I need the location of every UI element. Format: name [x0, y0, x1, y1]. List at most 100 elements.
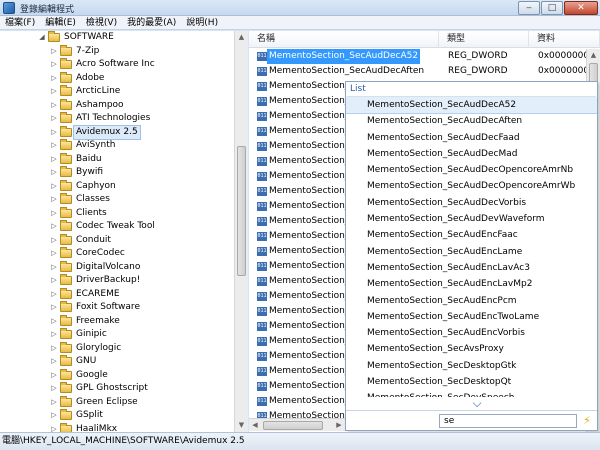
collapsed-arrow-icon[interactable]: ▷	[50, 423, 58, 433]
popup-list-item[interactable]: MementoSection_SecAudEncPcm	[346, 293, 597, 309]
collapsed-arrow-icon[interactable]: ▷	[50, 58, 58, 72]
collapsed-arrow-icon[interactable]: ▷	[50, 99, 58, 113]
collapsed-arrow-icon[interactable]: ▷	[50, 207, 58, 221]
collapsed-arrow-icon[interactable]: ▷	[50, 85, 58, 99]
tree-item[interactable]: ▷ Baidu	[0, 152, 234, 167]
column-name-header[interactable]: 名稱	[249, 31, 439, 48]
collapsed-arrow-icon[interactable]: ▷	[50, 274, 58, 288]
collapsed-arrow-icon[interactable]: ▷	[50, 193, 58, 207]
popup-list-item[interactable]: MementoSection_SecAudDecFaad	[346, 130, 597, 146]
collapsed-arrow-icon[interactable]: ▷	[50, 72, 58, 86]
tree-item[interactable]: ▷ Green Eclipse	[0, 395, 234, 410]
tree-item[interactable]: ▷ Caphyon	[0, 179, 234, 194]
collapsed-arrow-icon[interactable]: ▷	[50, 220, 58, 234]
maximize-button[interactable]: □	[541, 1, 563, 15]
scroll-up-icon[interactable]: ▲	[587, 49, 600, 62]
collapsed-arrow-icon[interactable]: ▷	[50, 45, 58, 59]
popup-list-item[interactable]: MementoSection_SecAudEncLavAc3	[346, 260, 597, 276]
collapsed-arrow-icon[interactable]: ▷	[50, 126, 58, 140]
tree-item[interactable]: ▷ DriverBackup!	[0, 274, 234, 288]
tree-item[interactable]: ▷ Foxit Software	[0, 301, 234, 315]
tree-item[interactable]: ▷ Ginipic	[0, 328, 234, 342]
tree-scroll-thumb[interactable]	[237, 146, 246, 276]
column-data-header[interactable]: 資料	[529, 31, 600, 48]
popup-list-item[interactable]: MementoSection_SecAudDecMad	[346, 146, 597, 162]
scroll-right-icon[interactable]: ▶	[333, 419, 345, 432]
minimize-button[interactable]: ‒	[518, 1, 540, 15]
tree-item[interactable]: ▷ Bywifi	[0, 166, 234, 180]
popup-list-item[interactable]: MementoSection_SecDesktopGtk	[346, 358, 597, 374]
popup-list-item[interactable]: MementoSection_SecAudEncLame	[346, 244, 597, 260]
collapsed-arrow-icon[interactable]: ▷	[50, 139, 58, 153]
tree-item[interactable]: ▷ ECAREME	[0, 287, 234, 302]
tree-item[interactable]: ▷ HaaliMkx	[0, 422, 234, 433]
tree-item[interactable]: ▷ CoreCodec	[0, 247, 234, 261]
menu-view[interactable]: 檢視(V)	[81, 16, 122, 30]
tree-item[interactable]: ▷ Clients	[0, 206, 234, 221]
popup-list-item[interactable]: MementoSection_SecAvsProxy	[346, 341, 597, 357]
tree-scrollbar[interactable]: ▲ ▼	[234, 31, 248, 432]
tree-item[interactable]: ▷ Glorylogic	[0, 341, 234, 356]
tree-item[interactable]: ◢ SOFTWARE	[0, 31, 234, 45]
collapsed-arrow-icon[interactable]: ▷	[50, 328, 58, 342]
collapsed-arrow-icon[interactable]: ▷	[50, 247, 58, 261]
scroll-down-icon[interactable]: ▼	[235, 419, 248, 432]
tree-item[interactable]: ▷ Google	[0, 368, 234, 383]
collapsed-arrow-icon[interactable]: ▷	[50, 382, 58, 396]
expanded-arrow-icon[interactable]: ◢	[38, 31, 46, 45]
collapsed-arrow-icon[interactable]: ▷	[50, 180, 58, 194]
popup-list-item[interactable]: MementoSection_SecAudDecA52	[346, 97, 597, 115]
tree-item[interactable]: ▷ AviSynth	[0, 139, 234, 153]
tree-item[interactable]: ▷ Adobe	[0, 71, 234, 86]
popup-list-item[interactable]: MementoSection_SecAudDecAften	[346, 113, 597, 129]
tree-item[interactable]: ▷ GNU	[0, 355, 234, 369]
popup-list-item[interactable]: MementoSection_SecAudEncVorbis	[346, 325, 597, 341]
tree-item[interactable]: ▷ GPL Ghostscript	[0, 382, 234, 396]
tree-item[interactable]: ▷ GSplit	[0, 409, 234, 423]
column-type-header[interactable]: 類型	[439, 31, 529, 48]
tree-item[interactable]: ▷ ATI Technologies	[0, 112, 234, 126]
popup-list-item[interactable]: MementoSection_SecAudEncLavMp2	[346, 276, 597, 292]
popup-list-item[interactable]: MementoSection_SecAudEncTwoLame	[346, 309, 597, 325]
menu-favorites[interactable]: 我的最愛(A)	[122, 16, 181, 30]
popup-list-item[interactable]: MementoSection_SecAudDecVorbis	[346, 195, 597, 211]
collapsed-arrow-icon[interactable]: ▷	[50, 234, 58, 248]
popup-search-input[interactable]	[439, 414, 577, 428]
tree-item[interactable]: ▷ Conduit	[0, 233, 234, 248]
collapsed-arrow-icon[interactable]: ▷	[50, 166, 58, 180]
values-hscroll-thumb[interactable]	[263, 421, 323, 430]
collapsed-arrow-icon[interactable]: ▷	[50, 409, 58, 423]
tree-item[interactable]: ▷ Avidemux 2.5	[0, 124, 234, 140]
collapsed-arrow-icon[interactable]: ▷	[50, 355, 58, 369]
tree-item[interactable]: ▷ Acro Software Inc	[0, 58, 234, 72]
scroll-up-icon[interactable]: ▲	[235, 31, 248, 44]
menu-edit[interactable]: 編輯(E)	[40, 16, 81, 30]
popup-list-item[interactable]: MementoSection_SecAudDecOpencoreAmrWb	[346, 178, 597, 194]
collapsed-arrow-icon[interactable]: ▷	[50, 112, 58, 126]
tree-item[interactable]: ▷ ArcticLine	[0, 85, 234, 99]
popup-list-item[interactable]: MementoSection_SecDesktopQt	[346, 374, 597, 390]
tree-item[interactable]: ▷ Codec Tweak Tool	[0, 220, 234, 234]
collapsed-arrow-icon[interactable]: ▷	[50, 261, 58, 275]
collapsed-arrow-icon[interactable]: ▷	[50, 153, 58, 167]
tree-item[interactable]: ▷ 7-Zip	[0, 44, 234, 59]
collapsed-arrow-icon[interactable]: ▷	[50, 288, 58, 302]
lightning-icon[interactable]: ⚡	[580, 414, 594, 428]
collapsed-arrow-icon[interactable]: ▷	[50, 301, 58, 315]
values-hscrollbar[interactable]: ◀ ▶	[249, 418, 345, 431]
value-row[interactable]: 011 MementoSection_SecAudDecAften REG_DWOR…	[249, 64, 600, 79]
tree-item[interactable]: ▷ Freemake	[0, 314, 234, 329]
tree-item[interactable]: ▷ Ashampoo	[0, 98, 234, 113]
popup-list-item[interactable]: MementoSection_SecAudDevWaveform	[346, 211, 597, 227]
popup-list-item[interactable]: MementoSection_SecAudDecOpencoreAmrNb	[346, 162, 597, 178]
collapsed-arrow-icon[interactable]: ▷	[50, 369, 58, 383]
close-button[interactable]: ✕	[564, 1, 598, 15]
chevron-down-icon[interactable]: ⌵	[466, 396, 488, 410]
menu-file[interactable]: 檔案(F)	[0, 16, 40, 30]
tree-item[interactable]: ▷ Classes	[0, 193, 234, 207]
value-row[interactable]: 011 MementoSection_SecAudDecA52 REG_DWORD 0…	[249, 49, 600, 64]
collapsed-arrow-icon[interactable]: ▷	[50, 342, 58, 356]
collapsed-arrow-icon[interactable]: ▷	[50, 315, 58, 329]
menu-help[interactable]: 說明(H)	[181, 16, 223, 30]
tree-item[interactable]: ▷ DigitalVolcano	[0, 260, 234, 275]
